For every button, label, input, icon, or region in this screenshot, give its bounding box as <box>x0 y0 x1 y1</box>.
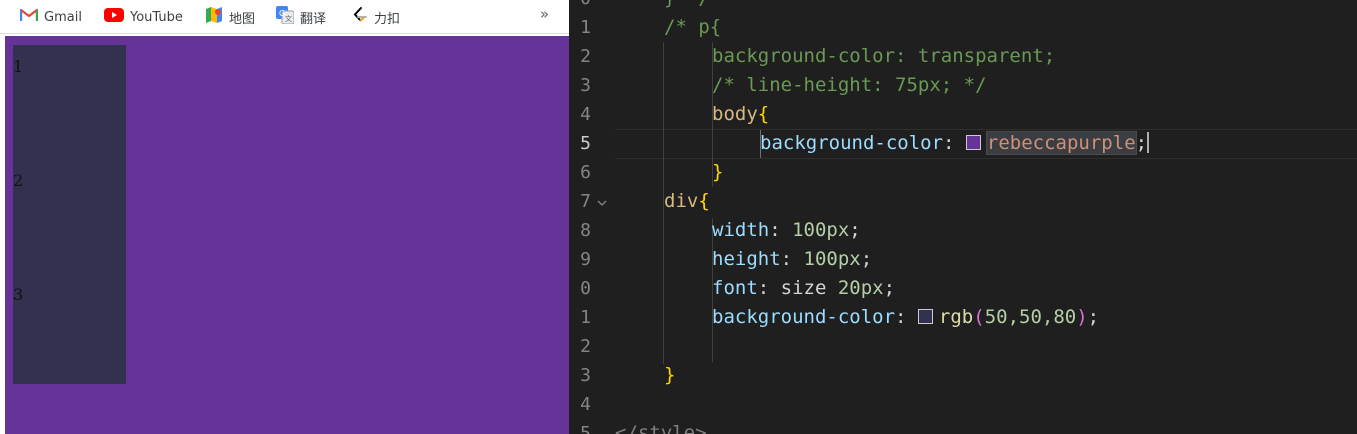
code-line: /* line-height: 75px; */ <box>712 74 987 96</box>
line-number: 0 <box>580 278 591 299</box>
page-viewport: 1 2 3 <box>5 36 569 434</box>
bookmark-maps[interactable]: 地图 <box>205 0 255 34</box>
colon: : size <box>757 277 838 299</box>
line-number: 2 <box>580 46 591 67</box>
code-line: body{ <box>712 100 769 129</box>
css-selector: body <box>712 103 758 125</box>
line-number: 5 <box>580 423 591 434</box>
colon: : <box>943 132 966 154</box>
div-box-2: 2 <box>13 159 126 273</box>
code-line: background-color: transparent; <box>712 45 1056 67</box>
css-args: 50,50,80 <box>984 306 1077 328</box>
css-selector: div <box>664 190 699 212</box>
bookmark-label: YouTube <box>130 9 183 25</box>
colon: : <box>769 219 793 241</box>
gmail-icon <box>19 8 39 26</box>
code-line: } */ <box>664 0 710 13</box>
line-number: 4 <box>580 394 591 415</box>
color-swatch-icon[interactable] <box>965 135 981 150</box>
line-number: 1 <box>580 17 591 38</box>
bookmarks-bar: Gmail YouTube 地图 G 文 翻译 力扣 » <box>0 0 569 34</box>
line-number: 2 <box>580 336 591 357</box>
line-number: 3 <box>580 75 591 96</box>
code-line: height: 100px; <box>712 245 872 274</box>
line-number: 7 <box>580 191 591 212</box>
div-box-3: 3 <box>13 273 126 384</box>
line-number: 9 <box>580 249 591 270</box>
semicolon: ; <box>860 248 873 270</box>
css-property: background-color <box>760 132 944 154</box>
code-line: /* p{ <box>664 16 722 38</box>
css-property: background-color <box>712 306 896 328</box>
semicolon: ; <box>883 277 896 299</box>
text-cursor <box>1147 132 1150 153</box>
css-value: 100px <box>792 219 850 241</box>
code-line: </style> <box>615 422 707 434</box>
code-line: } <box>712 161 724 183</box>
code-line: font: size 20px; <box>712 274 895 303</box>
line-number: 1 <box>580 307 591 328</box>
bookmark-youtube[interactable]: YouTube <box>104 0 183 34</box>
div-box-1: 1 <box>13 45 126 159</box>
code-editor[interactable]: 0 1 2 3 4 5 6 7 8 9 0 1 2 3 4 5 } */ /* … <box>569 0 1357 434</box>
line-number: 3 <box>580 365 591 386</box>
semicolon: ; <box>849 219 861 241</box>
code-line: } <box>664 364 676 386</box>
bookmark-leetcode[interactable]: 力扣 <box>350 0 400 34</box>
line-number-active: 5 <box>580 133 591 154</box>
code-line: div{ <box>664 187 710 216</box>
css-property: height <box>712 248 781 270</box>
bookmark-label: 力扣 <box>374 11 401 27</box>
css-function: rgb <box>938 306 974 328</box>
colon: : <box>780 248 804 270</box>
box-label: 2 <box>13 171 24 190</box>
css-property: font <box>712 277 758 299</box>
line-number: 6 <box>580 162 591 183</box>
youtube-icon <box>104 8 124 26</box>
line-number: 0 <box>569 0 591 13</box>
css-value: 100px <box>803 248 861 270</box>
leetcode-icon <box>350 6 368 28</box>
more-bookmarks-button[interactable]: » <box>540 0 549 30</box>
code-line-active: background-color: rebeccapurple; <box>760 129 1150 158</box>
paren: ( <box>973 306 985 328</box>
semicolon: ; <box>1135 132 1148 154</box>
box-label: 1 <box>13 57 24 76</box>
css-value: 20px <box>837 277 884 299</box>
code-line: width: 100px; <box>712 216 861 245</box>
maps-icon <box>205 6 223 28</box>
bookmark-label: Gmail <box>44 9 82 25</box>
bookmark-label: 翻译 <box>300 11 327 27</box>
bookmark-translate[interactable]: G 文 翻译 <box>276 0 326 34</box>
colon: : <box>895 306 918 328</box>
css-property: width <box>712 219 770 241</box>
css-value-highlighted: rebeccapurple <box>985 131 1137 155</box>
color-swatch-icon[interactable] <box>917 309 933 324</box>
fold-chevron-icon[interactable] <box>596 197 608 212</box>
brace: { <box>698 190 710 212</box>
brace: { <box>757 103 770 125</box>
line-number: 4 <box>580 104 591 125</box>
paren: ) <box>1076 306 1088 328</box>
code-line: background-color: rgb(50,50,80); <box>712 303 1099 332</box>
bookmark-label: 地图 <box>229 11 256 27</box>
svg-text:文: 文 <box>285 14 292 23</box>
box-label: 3 <box>13 285 24 304</box>
line-number: 8 <box>580 220 591 241</box>
bookmark-gmail[interactable]: Gmail <box>19 0 82 34</box>
semicolon: ; <box>1087 306 1100 328</box>
browser-window: Gmail YouTube 地图 G 文 翻译 力扣 » 1 2 3 <box>0 0 569 434</box>
translate-icon: G 文 <box>276 6 295 28</box>
